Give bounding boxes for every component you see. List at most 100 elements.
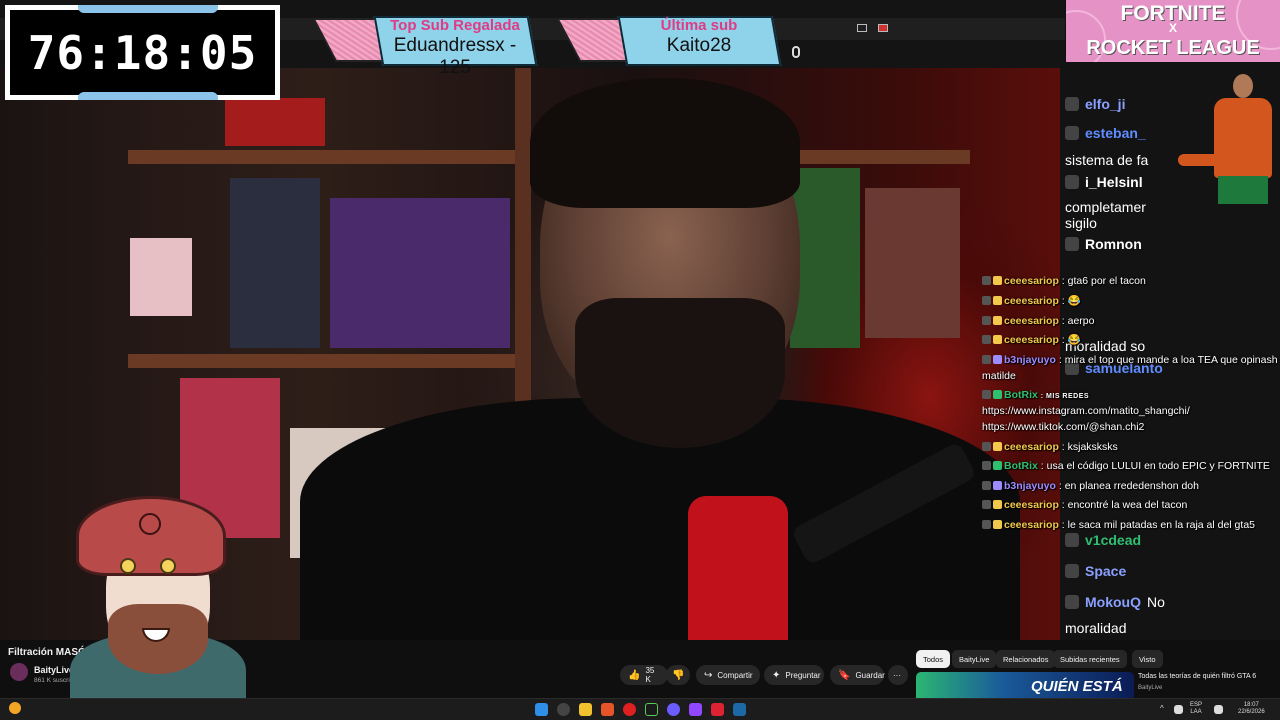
subscriber-badge-icon: [993, 442, 1002, 451]
chat-badge-icon: [1065, 175, 1079, 189]
banner-label: Top Sub Regalada: [390, 17, 520, 34]
chat-message: https://www.tiktok.com/@shan.chi2: [982, 420, 1144, 436]
file-explorer-icon[interactable]: [579, 703, 592, 716]
chat-username[interactable]: MokouQ: [1085, 594, 1141, 610]
chat-badge-icon: [1065, 126, 1079, 140]
banner-value: Kaito28: [666, 35, 732, 56]
chat-message-text: : aerpo: [1061, 315, 1095, 327]
chat-username[interactable]: ceeesariop: [1004, 519, 1059, 531]
avatar-eye: [160, 558, 176, 574]
volume-icon[interactable]: [1214, 705, 1223, 714]
moderator-badge-icon: [982, 461, 991, 470]
clock-date: 22/6/2026: [1238, 709, 1265, 715]
steam-icon[interactable]: [733, 703, 746, 716]
shelf-item: [865, 188, 960, 338]
chat-username[interactable]: v1cdead: [1085, 532, 1141, 548]
chip-relacionados[interactable]: Relacionados: [996, 650, 1056, 668]
moderator-badge-icon: [982, 442, 991, 451]
chat-message-text: moralidad: [1065, 620, 1127, 636]
shelf-poster: [330, 198, 510, 348]
weather-icon[interactable]: [9, 702, 21, 714]
chat-message-text: : 😂: [1061, 334, 1081, 346]
game-launcher-icon[interactable]: [711, 703, 724, 716]
clock[interactable]: 18:07 22/6/2026: [1238, 702, 1265, 716]
moderator-badge-icon: [982, 355, 991, 364]
save-button[interactable]: 🔖 Guardar: [830, 665, 885, 685]
live-chat-row: Space: [1065, 563, 1126, 579]
top-gifted-sub-banner: Top Sub Regalada Eduandressx - 125: [312, 14, 538, 78]
chip-baitylive[interactable]: BaityLive: [952, 650, 997, 668]
chat-message-text: https://www.instagram.com/matito_shangch…: [982, 405, 1190, 417]
chat-message: ceeesariop : le saca mil patadas en la r…: [982, 518, 1255, 534]
chat-username[interactable]: esteban_: [1085, 125, 1146, 141]
live-chat-row: sistema de fa: [1065, 152, 1148, 168]
shelf: [790, 150, 970, 164]
chip-subidas-recientes[interactable]: Subidas recientes: [1053, 650, 1127, 668]
sticker-shorts: [1218, 176, 1268, 204]
chat-username[interactable]: ceeesariop: [1004, 295, 1059, 307]
moderator-badge-icon: [982, 390, 991, 399]
subscriber-badge-icon: [993, 355, 1002, 364]
chat-message: b3njayuyo : mira el top que mande a loa …: [982, 353, 1278, 369]
chat-username[interactable]: ceeesariop: [1004, 275, 1059, 287]
more-actions-button[interactable]: ···: [888, 665, 908, 685]
chat-message-text: No: [1147, 594, 1165, 610]
chat-message: ceeesariop : aerpo: [982, 314, 1095, 330]
channel-avatar[interactable]: [10, 663, 28, 681]
chat-message: ceeesariop : ksjaksksks: [982, 440, 1118, 456]
extension-icon[interactable]: [878, 24, 888, 32]
twitch-icon[interactable]: [689, 703, 702, 716]
network-icon[interactable]: [1174, 705, 1183, 714]
chat-username[interactable]: ceeesariop: [1004, 499, 1059, 511]
cast-icon[interactable]: [857, 24, 867, 32]
footballer-sticker: [1178, 72, 1280, 206]
windows-taskbar: [0, 698, 1280, 720]
chat-username[interactable]: b3njayuyo: [1004, 480, 1056, 492]
live-chat-row: i_Helsinl: [1065, 174, 1143, 190]
vtuber-avatar: [58, 496, 258, 720]
streamer-hair: [530, 78, 800, 208]
moderator-badge-icon: [982, 296, 991, 305]
tray-overflow-icon[interactable]: ^: [1160, 704, 1164, 713]
chat-username[interactable]: i_Helsinl: [1085, 174, 1143, 190]
ask-button[interactable]: ✦ Preguntar: [764, 665, 824, 685]
chat-username[interactable]: Space: [1085, 563, 1126, 579]
chat-username[interactable]: ceeesariop: [1004, 315, 1059, 327]
voice-search-icon[interactable]: [792, 46, 800, 58]
chat-username[interactable]: BotRix: [1004, 389, 1038, 401]
dislike-button[interactable]: 👎: [666, 665, 690, 685]
discord-icon[interactable]: [667, 703, 680, 716]
recommended-title[interactable]: Todas las teorías de quién filtró GTA 6: [1138, 673, 1256, 680]
chat-badge-icon: [1065, 237, 1079, 251]
chat-username[interactable]: BotRix: [1004, 460, 1038, 472]
subscriber-badge-icon: [993, 520, 1002, 529]
moderator-badge-icon: [982, 520, 991, 529]
search-icon[interactable]: [557, 703, 570, 716]
chat-username[interactable]: elfo_ji: [1085, 96, 1125, 112]
moderator-badge-icon: [982, 481, 991, 490]
like-button[interactable]: 👍 35 K: [620, 665, 668, 685]
chat-username[interactable]: ceeesariop: [1004, 441, 1059, 453]
terminal-icon[interactable]: [645, 703, 658, 716]
subscriber-badge-icon: [993, 390, 1002, 399]
chat-message: ceeesariop : 😂: [982, 294, 1081, 310]
chat-message: b3njayuyo : en planea rrededenshon doh: [982, 479, 1199, 495]
chip-visto[interactable]: Visto: [1132, 650, 1163, 668]
brave-browser-icon[interactable]: [601, 703, 614, 716]
live-chat-row: elfo_ji: [1065, 96, 1125, 112]
chat-message-text: : usa el código LULUI en todo EPIC y FOR…: [1040, 460, 1270, 472]
chat-message-text: : ksjaksksks: [1061, 441, 1118, 453]
windows-start-icon[interactable]: [535, 703, 548, 716]
subscriber-badge-icon: [993, 296, 1002, 305]
subscriber-badge-icon: [993, 481, 1002, 490]
media-app-icon[interactable]: [623, 703, 636, 716]
chip-todos[interactable]: Todos: [916, 650, 951, 668]
recommended-channel[interactable]: BaityLive: [1138, 685, 1162, 691]
chat-message: ceeesariop : 😂: [982, 333, 1081, 349]
share-button[interactable]: ↪ Compartir: [696, 665, 760, 685]
chat-username[interactable]: ceeesariop: [1004, 334, 1059, 346]
event-line-3: ROCKET LEAGUE: [1086, 37, 1260, 59]
chat-username[interactable]: b3njayuyo: [1004, 354, 1056, 366]
chat-username[interactable]: Romnon: [1085, 236, 1142, 252]
language-indicator[interactable]: ESP LAA: [1190, 702, 1202, 716]
